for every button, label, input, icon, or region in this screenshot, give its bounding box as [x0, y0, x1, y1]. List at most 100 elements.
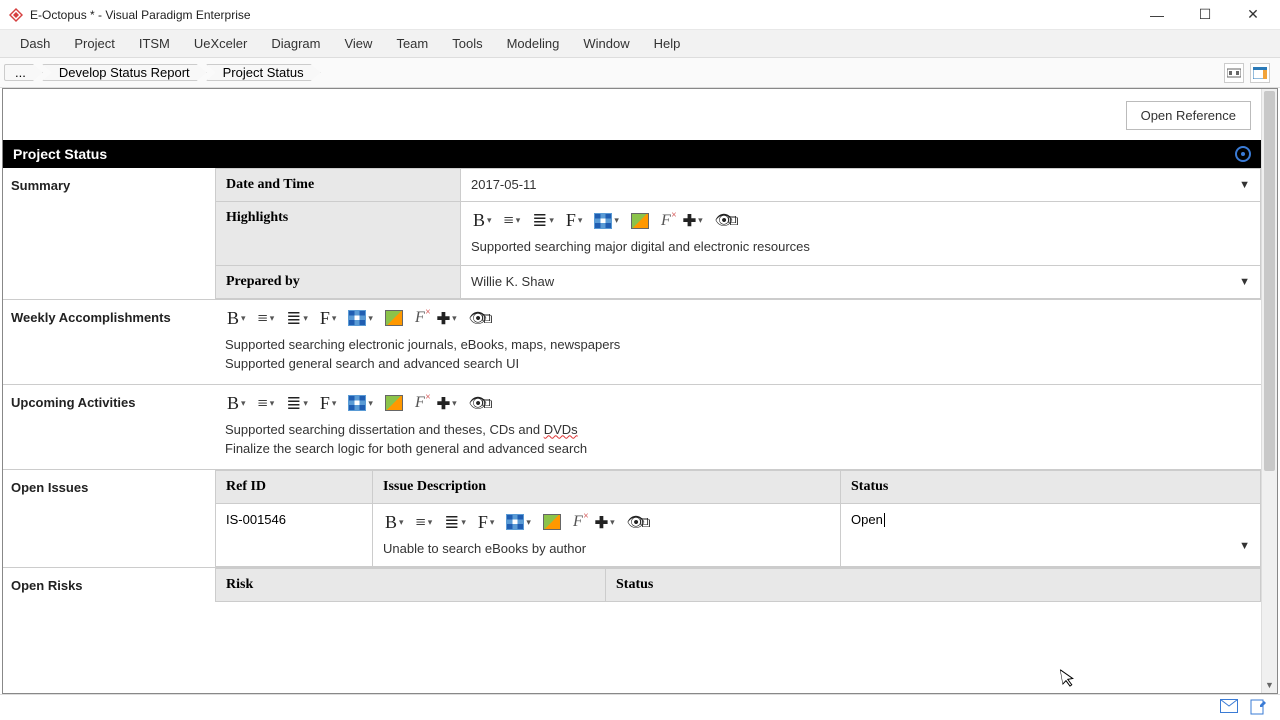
panel-icon[interactable]: [1250, 63, 1270, 83]
prepared-by-value[interactable]: Willie K. Shaw ▼: [461, 265, 1261, 298]
bold-button[interactable]: B▾: [471, 210, 494, 231]
rte-toolbar: B▾ ▾ ▾ F▾ ▾ F ▾ ⧉: [471, 210, 1250, 231]
bold-button[interactable]: B▾: [225, 393, 248, 414]
list-button[interactable]: ▾: [284, 393, 310, 414]
rte-toolbar: B▾ ▾ ▾ F▾ ▾ F ▾ ⧉: [225, 393, 1251, 414]
table-button[interactable]: ▾: [504, 514, 533, 530]
rte-toolbar: B▾ ▾ ▾ F▾ ▾ F ▾ ⧉: [383, 512, 830, 533]
clear-format-button[interactable]: F: [659, 212, 673, 230]
table-button[interactable]: ▾: [346, 310, 375, 326]
open-reference-button[interactable]: Open Reference: [1126, 101, 1251, 130]
image-button[interactable]: [541, 514, 563, 530]
table-row: IS-001546 B▾ ▾ ▾ F▾ ▾ F ▾ ⧉: [216, 503, 1261, 567]
text-cursor: [884, 513, 885, 527]
find-button[interactable]: ⧉: [467, 309, 495, 328]
menu-project[interactable]: Project: [74, 36, 114, 51]
menu-uexceler[interactable]: UeXceler: [194, 36, 247, 51]
menu-tools[interactable]: Tools: [452, 36, 482, 51]
scroll-thumb[interactable]: [1264, 91, 1275, 471]
table-button[interactable]: ▾: [346, 395, 375, 411]
insert-button[interactable]: ▾: [593, 512, 617, 533]
upcoming-text-1: Supported searching dissertation and the…: [225, 420, 1251, 440]
font-button[interactable]: F▾: [564, 210, 585, 231]
find-button[interactable]: ⧉: [467, 394, 495, 413]
mail-icon[interactable]: [1220, 699, 1238, 717]
menu-modeling[interactable]: Modeling: [507, 36, 560, 51]
open-issues-label: Open Issues: [3, 470, 215, 568]
clear-format-button[interactable]: F: [571, 513, 585, 531]
list-button[interactable]: ▾: [284, 308, 310, 329]
cell-issue-desc[interactable]: B▾ ▾ ▾ F▾ ▾ F ▾ ⧉ Unable to search eBook…: [373, 503, 841, 567]
align-button[interactable]: ▾: [414, 512, 435, 533]
menubar: Dash Project ITSM UeXceler Diagram View …: [0, 30, 1280, 58]
col-status: Status: [841, 470, 1261, 503]
upcoming-editor[interactable]: B▾ ▾ ▾ F▾ ▾ F ▾ ⧉ Supported searching di…: [215, 385, 1261, 469]
menu-dash[interactable]: Dash: [20, 36, 50, 51]
align-button[interactable]: ▾: [502, 210, 523, 231]
insert-button[interactable]: ▾: [435, 308, 459, 329]
titlebar: E-Octopus * - Visual Paradigm Enterprise…: [0, 0, 1280, 30]
highlights-editor[interactable]: B▾ ▾ ▾ F▾ ▾ F ▾ ⧉ Supported searching ma…: [461, 202, 1261, 266]
clear-format-button[interactable]: F: [413, 394, 427, 412]
menu-view[interactable]: View: [344, 36, 372, 51]
col-risk-status: Status: [606, 569, 1261, 602]
scroll-down-icon[interactable]: [1262, 677, 1277, 693]
image-button[interactable]: [383, 310, 405, 326]
prepared-by-label: Prepared by: [216, 265, 461, 298]
chevron-down-icon[interactable]: ▼: [1239, 276, 1250, 288]
close-button[interactable]: ✕: [1238, 6, 1268, 23]
menu-diagram[interactable]: Diagram: [271, 36, 320, 51]
content-area: Open Reference Project Status Summary Da…: [2, 88, 1278, 694]
bold-button[interactable]: B▾: [225, 308, 248, 329]
font-button[interactable]: F▾: [476, 512, 497, 533]
image-button[interactable]: [629, 213, 651, 229]
bold-button[interactable]: B▾: [383, 512, 406, 533]
vertical-scrollbar[interactable]: [1261, 89, 1277, 693]
issue-desc-text: Unable to search eBooks by author: [383, 539, 830, 559]
chevron-down-icon[interactable]: ▼: [1239, 540, 1250, 552]
list-button[interactable]: ▾: [530, 210, 556, 231]
menu-window[interactable]: Window: [583, 36, 629, 51]
maximize-button[interactable]: ☐: [1190, 6, 1220, 23]
highlights-label: Highlights: [216, 202, 461, 266]
layout-icon[interactable]: [1224, 63, 1244, 83]
upcoming-label: Upcoming Activities: [3, 385, 215, 469]
breadcrumb-root[interactable]: ...: [4, 64, 43, 81]
cell-ref-id[interactable]: IS-001546: [216, 503, 373, 567]
date-time-value[interactable]: 2017-05-11 ▼: [461, 169, 1261, 202]
app-icon: [8, 7, 24, 23]
page-title-bar: Project Status: [3, 140, 1261, 168]
col-issue-desc: Issue Description: [373, 470, 841, 503]
clear-format-button[interactable]: F: [413, 309, 427, 327]
font-button[interactable]: F▾: [318, 308, 339, 329]
statusbar: [0, 694, 1280, 720]
breadcrumb-item-0[interactable]: Develop Status Report: [42, 64, 207, 81]
breadcrumb-item-1[interactable]: Project Status: [206, 64, 321, 81]
target-icon[interactable]: [1235, 146, 1251, 162]
open-risks-label: Open Risks: [3, 568, 215, 603]
find-button[interactable]: ⧉: [713, 211, 741, 230]
align-button[interactable]: ▾: [256, 308, 277, 329]
section-open-issues: Open Issues Ref ID Issue Description Sta…: [3, 470, 1261, 569]
date-time-label: Date and Time: [216, 169, 461, 202]
table-button[interactable]: ▾: [592, 213, 621, 229]
insert-button[interactable]: ▾: [681, 210, 705, 231]
summary-label: Summary: [3, 168, 215, 299]
list-button[interactable]: ▾: [442, 512, 468, 533]
insert-button[interactable]: ▾: [435, 393, 459, 414]
menu-team[interactable]: Team: [396, 36, 428, 51]
weekly-editor[interactable]: B▾ ▾ ▾ F▾ ▾ F ▾ ⧉ Supported searching el…: [215, 300, 1261, 384]
minimize-button[interactable]: —: [1142, 7, 1172, 23]
upcoming-text-2: Finalize the search logic for both gener…: [225, 439, 1251, 459]
font-button[interactable]: F▾: [318, 393, 339, 414]
menu-help[interactable]: Help: [654, 36, 681, 51]
image-button[interactable]: [383, 395, 405, 411]
window-title: E-Octopus * - Visual Paradigm Enterprise: [30, 8, 251, 22]
align-button[interactable]: ▾: [256, 393, 277, 414]
section-open-risks: Open Risks Risk Status: [3, 568, 1261, 603]
chevron-down-icon[interactable]: ▼: [1239, 179, 1250, 191]
edit-icon[interactable]: [1250, 699, 1268, 717]
find-button[interactable]: ⧉: [625, 513, 653, 532]
cell-status[interactable]: Open ▼: [841, 503, 1261, 567]
menu-itsm[interactable]: ITSM: [139, 36, 170, 51]
